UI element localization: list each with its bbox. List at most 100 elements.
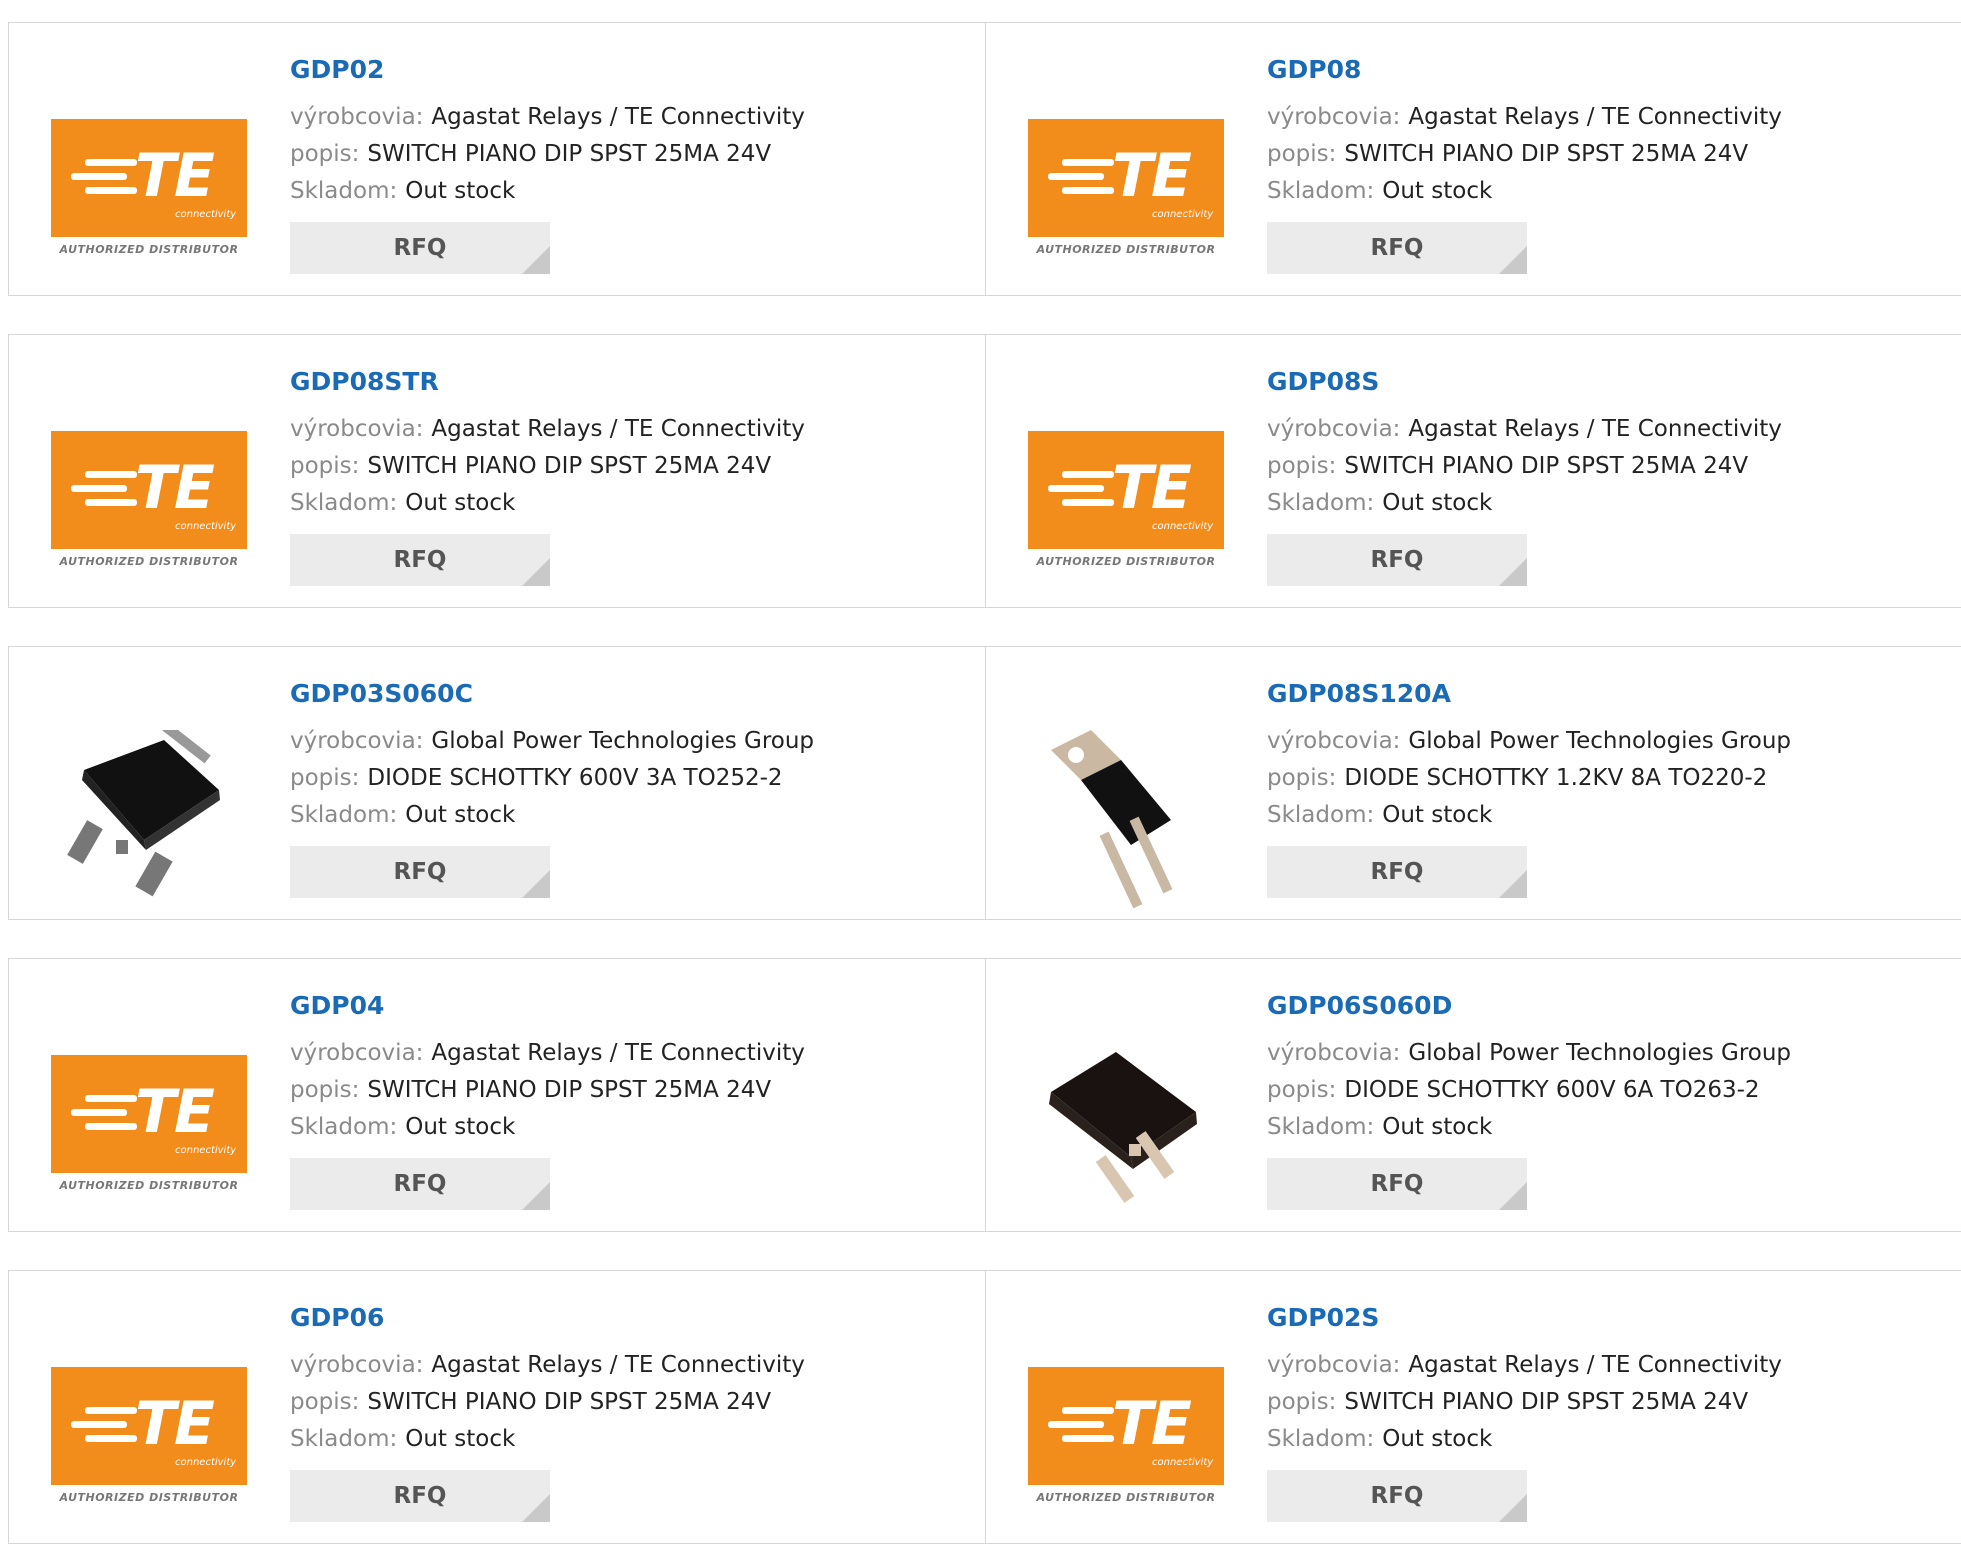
rfq-label: RFQ [1370, 547, 1424, 573]
stock-row: Skladom: Out stock [290, 1109, 805, 1146]
stock-label: Skladom: [290, 1114, 398, 1140]
manufacturer-label: výrobcovia: [1267, 416, 1401, 442]
stock-row: Skladom: Out stock [1267, 173, 1782, 210]
part-number-link[interactable]: GDP03S060C [290, 677, 814, 711]
corner-decoration [522, 870, 550, 898]
manufacturer-label: výrobcovia: [1267, 1040, 1401, 1066]
corner-decoration [522, 1494, 550, 1522]
stock-row: Skladom: Out stock [290, 1421, 805, 1458]
authorized-distributor-text: AUTHORIZED DISTRIBUTOR [59, 555, 239, 568]
stock-label: Skladom: [1267, 178, 1375, 204]
corner-decoration [1499, 870, 1527, 898]
stock-label: Skladom: [1267, 802, 1375, 828]
description-value: SWITCH PIANO DIP SPST 25MA 24V [1344, 141, 1749, 167]
part-number-link[interactable]: GDP08S120A [1267, 677, 1791, 711]
rfq-label: RFQ [393, 1483, 447, 1509]
description-row: popis: SWITCH PIANO DIP SPST 25MA 24V [290, 448, 805, 485]
stock-row: Skladom: Out stock [1267, 1421, 1782, 1458]
manufacturer-label: výrobcovia: [1267, 104, 1401, 130]
product-info: GDP08STR výrobcovia: Agastat Relays / TE … [290, 365, 805, 586]
to263-chip-icon [1049, 1052, 1197, 1203]
rfq-button[interactable]: RFQ [1267, 1158, 1527, 1210]
product-image[interactable]: TE connectivity AUTHORIZED DISTRIBUTOR [49, 91, 249, 291]
authorized-distributor-text: AUTHORIZED DISTRIBUTOR [1036, 555, 1216, 568]
product-info: GDP08S výrobcovia: Agastat Relays / TE Co… [1267, 365, 1782, 586]
product-image[interactable]: TE connectivity AUTHORIZED DISTRIBUTOR [1026, 403, 1226, 603]
product-card: GDP03S060C výrobcovia: Global Power Techn… [8, 646, 986, 920]
product-image[interactable] [49, 715, 249, 915]
product-card: TE connectivity AUTHORIZED DISTRIBUTOR GDP… [8, 334, 986, 608]
description-row: popis: SWITCH PIANO DIP SPST 25MA 24V [1267, 448, 1782, 485]
description-row: popis: SWITCH PIANO DIP SPST 25MA 24V [290, 1384, 805, 1421]
product-image[interactable]: TE connectivity AUTHORIZED DISTRIBUTOR [49, 1027, 249, 1227]
rfq-label: RFQ [393, 1171, 447, 1197]
part-number-link[interactable]: GDP04 [290, 989, 805, 1023]
te-brand-text: TE [135, 141, 215, 211]
te-brand-sub: connectivity [1152, 1457, 1214, 1468]
te-brand-sub: connectivity [1152, 209, 1214, 220]
stock-value: Out stock [1382, 1114, 1493, 1140]
corner-decoration [522, 558, 550, 586]
part-number-link[interactable]: GDP08 [1267, 53, 1782, 87]
product-info: GDP02 výrobcovia: Agastat Relays / TE Con… [290, 53, 805, 274]
rfq-button[interactable]: RFQ [1267, 846, 1527, 898]
product-card: TE connectivity AUTHORIZED DISTRIBUTOR GDP… [8, 958, 986, 1232]
stock-value: Out stock [1382, 1426, 1493, 1452]
part-number-link[interactable]: GDP06S060D [1267, 989, 1791, 1023]
description-row: popis: SWITCH PIANO DIP SPST 25MA 24V [290, 136, 805, 173]
authorized-distributor-text: AUTHORIZED DISTRIBUTOR [59, 1491, 239, 1504]
stock-label: Skladom: [290, 490, 398, 516]
description-value: SWITCH PIANO DIP SPST 25MA 24V [1344, 1389, 1749, 1415]
part-number-link[interactable]: GDP08S [1267, 365, 1782, 399]
rfq-button[interactable]: RFQ [290, 1470, 550, 1522]
product-info: GDP08S120A výrobcovia: Global Power Techn… [1267, 677, 1791, 898]
rfq-button[interactable]: RFQ [290, 534, 550, 586]
part-number-link[interactable]: GDP08STR [290, 365, 805, 399]
manufacturer-value: Agastat Relays / TE Connectivity [431, 1352, 805, 1378]
manufacturer-label: výrobcovia: [290, 1040, 424, 1066]
te-brand-text: TE [135, 453, 215, 523]
manufacturer-value: Agastat Relays / TE Connectivity [1408, 416, 1782, 442]
rfq-label: RFQ [1370, 235, 1424, 261]
rfq-button[interactable]: RFQ [1267, 534, 1527, 586]
manufacturer-value: Agastat Relays / TE Connectivity [431, 1040, 805, 1066]
part-number-link[interactable]: GDP02S [1267, 1301, 1782, 1335]
product-card: GDP08S120A výrobcovia: Global Power Techn… [986, 646, 1961, 920]
rfq-button[interactable]: RFQ [1267, 222, 1527, 274]
rfq-label: RFQ [393, 235, 447, 261]
te-brand-text: TE [1112, 141, 1192, 211]
manufacturer-value: Agastat Relays / TE Connectivity [1408, 1352, 1782, 1378]
product-image[interactable]: TE connectivity AUTHORIZED DISTRIBUTOR [49, 403, 249, 603]
manufacturer-row: výrobcovia: Agastat Relays / TE Connectiv… [1267, 411, 1782, 448]
description-value: SWITCH PIANO DIP SPST 25MA 24V [1344, 453, 1749, 479]
part-number-link[interactable]: GDP02 [290, 53, 805, 87]
description-row: popis: DIODE SCHOTTKY 600V 6A TO263-2 [1267, 1072, 1791, 1109]
te-brand-sub: connectivity [175, 521, 237, 532]
product-image[interactable]: TE connectivity AUTHORIZED DISTRIBUTOR [49, 1339, 249, 1539]
te-connectivity-logo: TE connectivity AUTHORIZED DISTRIBUTOR [51, 431, 247, 575]
rfq-button[interactable]: RFQ [290, 222, 550, 274]
product-image[interactable]: TE connectivity AUTHORIZED DISTRIBUTOR [1026, 1339, 1226, 1539]
product-image[interactable]: TE connectivity AUTHORIZED DISTRIBUTOR [1026, 91, 1226, 291]
product-card: GDP06S060D výrobcovia: Global Power Techn… [986, 958, 1961, 1232]
product-info: GDP04 výrobcovia: Agastat Relays / TE Con… [290, 989, 805, 1210]
manufacturer-label: výrobcovia: [290, 416, 424, 442]
to220-chip-icon [1051, 730, 1173, 909]
product-image[interactable] [1026, 715, 1226, 915]
te-connectivity-logo: TE connectivity AUTHORIZED DISTRIBUTOR [51, 1367, 247, 1511]
rfq-button[interactable]: RFQ [290, 1158, 550, 1210]
stock-value: Out stock [405, 1114, 516, 1140]
manufacturer-value: Agastat Relays / TE Connectivity [1408, 104, 1782, 130]
rfq-label: RFQ [393, 859, 447, 885]
manufacturer-row: výrobcovia: Agastat Relays / TE Connectiv… [1267, 99, 1782, 136]
rfq-button[interactable]: RFQ [1267, 1470, 1527, 1522]
manufacturer-value: Global Power Technologies Group [1408, 728, 1792, 754]
manufacturer-row: výrobcovia: Agastat Relays / TE Connectiv… [290, 1035, 805, 1072]
part-number-link[interactable]: GDP06 [290, 1301, 805, 1335]
description-row: popis: SWITCH PIANO DIP SPST 25MA 24V [1267, 1384, 1782, 1421]
description-label: popis: [290, 453, 360, 479]
stock-value: Out stock [405, 178, 516, 204]
product-image[interactable] [1026, 1027, 1226, 1227]
rfq-button[interactable]: RFQ [290, 846, 550, 898]
product-info: GDP06 výrobcovia: Agastat Relays / TE Con… [290, 1301, 805, 1522]
